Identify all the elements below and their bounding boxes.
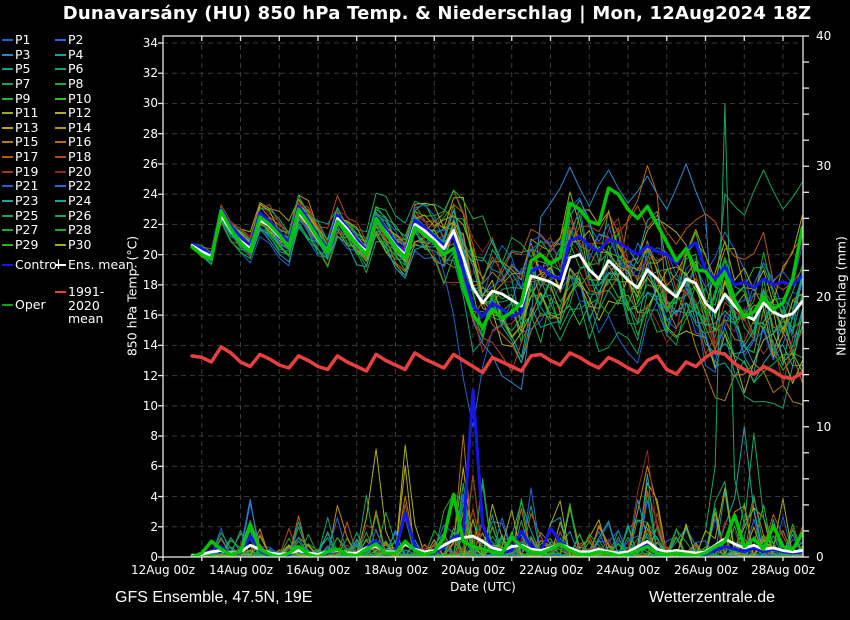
y-right-tick-label: 30 (816, 159, 831, 173)
x-tick-label: 24Aug 00z (583, 563, 673, 577)
footer-site-name: Wetterzentrale.de (649, 589, 775, 607)
x-tick-label: 28Aug 00z (738, 563, 828, 577)
y-left-tick-label: 6 (116, 459, 158, 473)
meteogram-screenshot: Dunavarsány (HU) 850 hPa Temp. & Nieders… (0, 0, 850, 620)
y-left-tick-label: 32 (116, 66, 158, 80)
y-left-tick-label: 34 (116, 36, 158, 50)
y-right-tick-label: 20 (816, 290, 831, 304)
y-left-tick-label: 4 (116, 490, 158, 504)
y-right-tick-label: 40 (816, 29, 831, 43)
x-axis-title: Date (UTC) (450, 580, 516, 594)
y-left-tick-label: 26 (116, 157, 158, 171)
y-left-tick-label: 12 (116, 369, 158, 383)
y-right-tick-label: 0 (816, 550, 824, 564)
y-left-tick-label: 24 (116, 187, 158, 201)
y-left-tick-label: 30 (116, 96, 158, 110)
y-left-tick-label: 2 (116, 520, 158, 534)
left-axis-title: 850 hPa Temp. (°C) (125, 236, 140, 356)
y-left-tick-label: 0 (116, 550, 158, 564)
footer-model-info: GFS Ensemble, 47.5N, 19E (115, 589, 312, 607)
x-tick-label: 12Aug 00z (118, 563, 208, 577)
x-tick-label: 20Aug 00z (428, 563, 518, 577)
y-right-tick-label: 10 (816, 420, 831, 434)
x-tick-label: 16Aug 00z (273, 563, 363, 577)
right-axis-title: Niederschlag (mm) (834, 236, 849, 356)
y-left-tick-label: 28 (116, 127, 158, 141)
y-left-tick-label: 10 (116, 399, 158, 413)
y-left-tick-label: 22 (116, 217, 158, 231)
y-left-tick-label: 8 (116, 429, 158, 443)
